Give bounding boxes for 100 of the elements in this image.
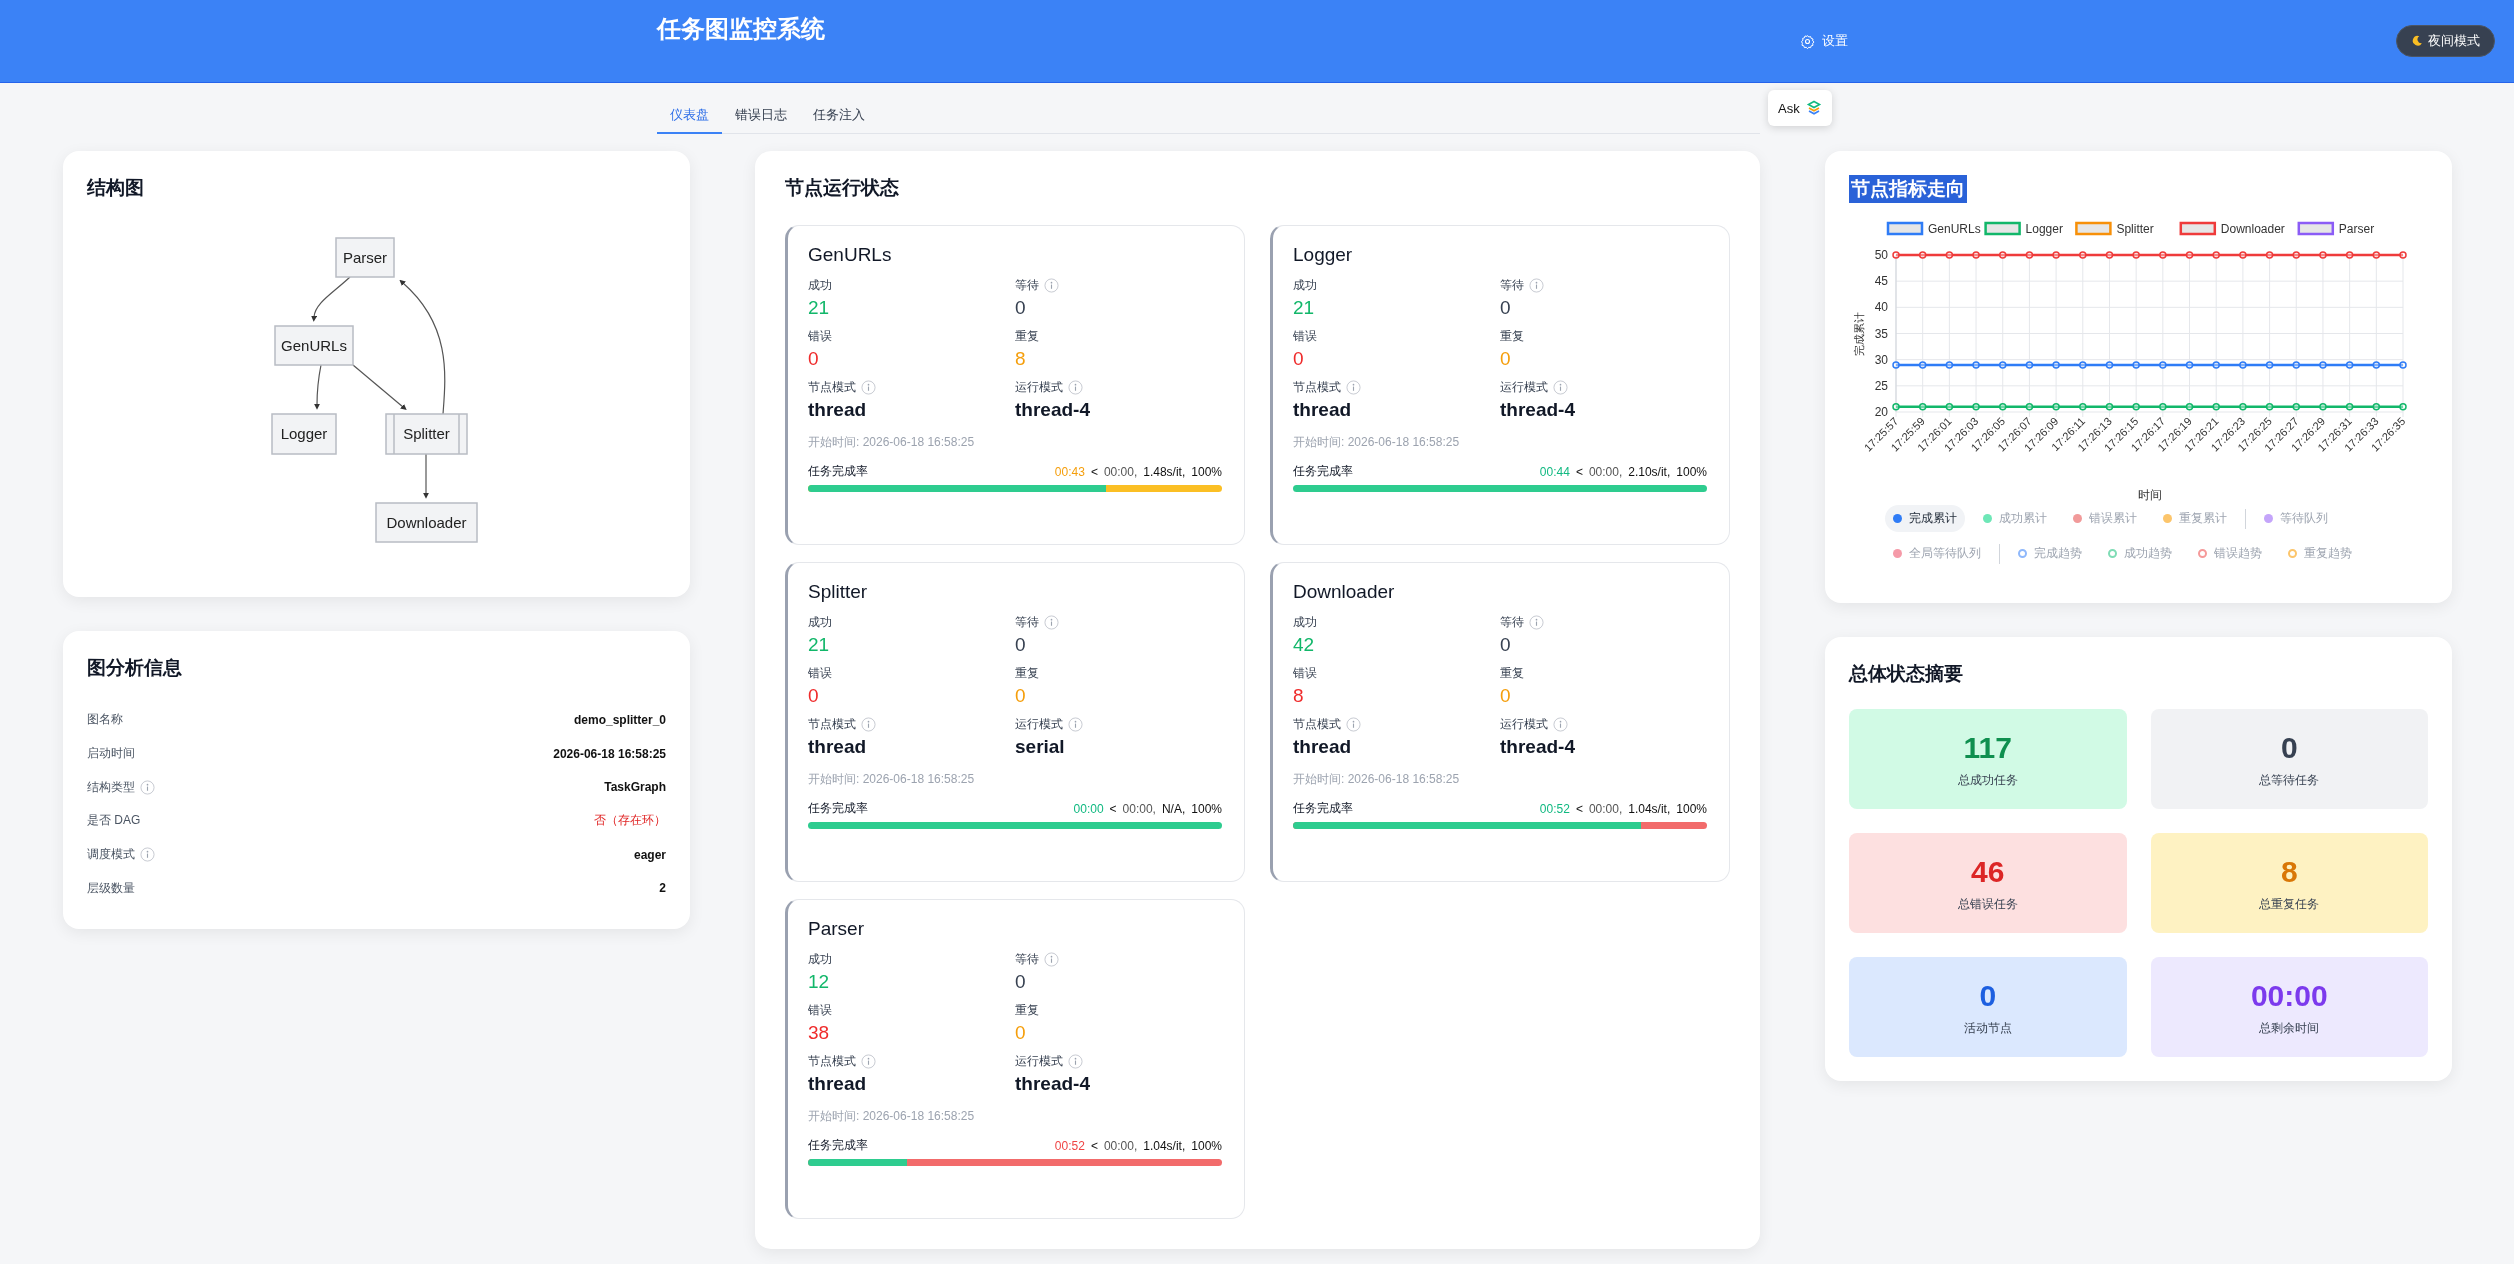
info-icon[interactable] [1553, 379, 1568, 395]
stat-value: thread-4 [1015, 398, 1091, 422]
stat-value: serial [1015, 735, 1066, 759]
info-icon[interactable] [1044, 951, 1059, 967]
settings-button[interactable]: 设置 [1800, 32, 1848, 50]
info-label: 结构类型 [87, 778, 135, 796]
tick-label: 35 [1874, 326, 1888, 341]
summary-value: 0 [2280, 729, 2298, 766]
data-point [2132, 361, 2140, 369]
remaining-time: 00:00, [1588, 464, 1623, 479]
data-point [2052, 361, 2060, 369]
graph-node[interactable]: Logger [271, 413, 337, 455]
stat-value: 21 [808, 633, 831, 657]
stat-value: 12 [808, 970, 831, 994]
stat-value: 38 [808, 1021, 831, 1045]
elapsed-time: 00:52 [1539, 801, 1570, 816]
info-icon[interactable] [861, 716, 876, 732]
start-time: 开始时间: 2026-06-18 16:58:25 [1293, 771, 1461, 788]
stat-label: 错误 [808, 665, 832, 682]
info-icon[interactable] [1068, 379, 1083, 395]
data-point [2399, 403, 2407, 411]
graph-node[interactable]: Splitter [385, 413, 468, 455]
node-name: GenURLs [808, 243, 893, 267]
stat-label: 等待 [1015, 951, 1039, 968]
stat-value: 0 [808, 347, 820, 371]
info-icon[interactable] [861, 1053, 876, 1069]
axis-title: 时间 [2137, 488, 2162, 502]
settings-icon [1800, 33, 1815, 49]
tab[interactable]: 仪表盘 [657, 106, 722, 134]
summary-label: 总重复任务 [2259, 895, 2320, 913]
info-icon[interactable] [1346, 379, 1361, 395]
series-toggle[interactable]: 完成累计 [1885, 505, 1965, 532]
info-label: 启动时间 [87, 745, 135, 763]
stat-label: 节点模式 [808, 1053, 856, 1070]
summary-value: 117 [1963, 729, 2012, 766]
stat-value: 0 [1293, 347, 1305, 371]
legend-item[interactable]: Parser [2297, 221, 2375, 236]
data-point [2399, 251, 2407, 259]
legend-item[interactable]: Logger [1984, 221, 2063, 236]
info-icon[interactable] [1529, 614, 1544, 630]
info-value: 2026-06-18 16:58:25 [553, 746, 666, 761]
graph-node[interactable]: Downloader [375, 502, 478, 543]
card-title: 节点运行状态 [785, 176, 900, 200]
tab[interactable]: 任务注入 [800, 106, 878, 134]
stat-label: 错误 [1293, 665, 1317, 682]
info-icon[interactable] [1529, 277, 1544, 293]
percent-text: 100% [1676, 801, 1707, 816]
remaining-time: 00:00, [1588, 801, 1623, 816]
summary-label: 总等待任务 [2259, 771, 2320, 789]
progress-label: 任务完成率 [808, 1137, 868, 1154]
stat-value: 0 [1015, 633, 1027, 657]
graph-node[interactable]: Parser [335, 237, 395, 278]
data-point [2212, 403, 2220, 411]
info-icon[interactable] [1068, 1053, 1083, 1069]
legend-item[interactable]: Downloader [2179, 221, 2285, 236]
stat-label: 等待 [1015, 614, 1039, 631]
percent-text: 100% [1676, 464, 1707, 479]
info-icon[interactable] [861, 379, 876, 395]
elapsed-time: 00:52 [1054, 1138, 1085, 1153]
stat-label: 节点模式 [1293, 716, 1341, 733]
ask-button[interactable]: Ask [1768, 90, 1832, 126]
info-icon[interactable] [1044, 614, 1059, 630]
graph-node[interactable]: GenURLs [274, 325, 354, 366]
stat-value: 21 [808, 296, 831, 320]
legend-item[interactable]: GenURLs [1886, 221, 1981, 236]
data-point [2372, 251, 2381, 259]
tab[interactable]: 错误日志 [722, 106, 800, 134]
info-icon[interactable] [1044, 277, 1059, 293]
data-point [2345, 361, 2354, 369]
data-point [1892, 403, 1900, 411]
data-point [2079, 403, 2087, 411]
info-icon[interactable] [1068, 716, 1083, 732]
node-name: Parser [808, 917, 865, 941]
data-point [1972, 251, 1980, 259]
legend-label: Logger [2025, 222, 2063, 236]
info-icon[interactable] [1346, 716, 1361, 732]
data-point [2399, 361, 2407, 369]
data-point [1945, 403, 1954, 411]
legend-item[interactable]: Splitter [2075, 221, 2154, 236]
data-point [2319, 361, 2327, 369]
info-label: 调度模式 [87, 846, 135, 864]
info-icon[interactable] [140, 847, 155, 863]
stat-label: 运行模式 [1500, 379, 1548, 396]
night-mode-button[interactable]: 夜间模式 [2396, 25, 2495, 57]
stat-value: 21 [1293, 296, 1316, 320]
rate-text: 2.10s/it, [1628, 464, 1671, 479]
summary-label: 总成功任务 [1957, 771, 2018, 789]
stat-label: 重复 [1015, 328, 1039, 345]
tick-label: 30 [1874, 352, 1888, 367]
summary-label: 总错误任务 [1957, 895, 2018, 913]
percent-text: 100% [1191, 1138, 1222, 1153]
elapsed-time: 00:43 [1054, 464, 1085, 479]
tick-label: 20 [1874, 405, 1888, 419]
legend-label: Splitter [2116, 222, 2154, 236]
summary-value: 8 [2280, 853, 2298, 890]
stat-value: thread [1293, 398, 1353, 422]
summary-label: 总剩余时间 [2259, 1019, 2320, 1037]
info-icon[interactable] [140, 779, 155, 795]
stat-label: 错误 [808, 328, 832, 345]
info-icon[interactable] [1553, 716, 1568, 732]
